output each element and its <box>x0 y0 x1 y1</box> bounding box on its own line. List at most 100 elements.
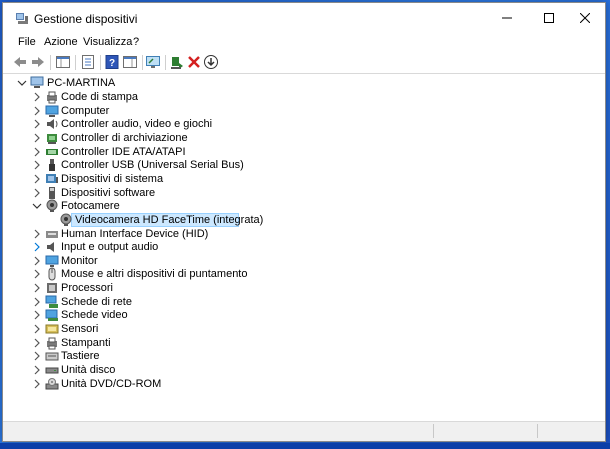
title-bar[interactable]: Gestione dispositivi <box>3 3 605 33</box>
tree-item-label: Fotocamere <box>61 200 120 213</box>
menu-azione[interactable]: Azione <box>44 36 78 48</box>
update-driver-button[interactable] <box>169 54 185 70</box>
tree-category-item[interactable]: Code di stampa <box>3 90 607 104</box>
tree-category-item[interactable]: Dispositivi di sistema <box>3 172 607 186</box>
close-button[interactable] <box>566 3 606 33</box>
printer-icon <box>47 337 57 350</box>
sensor-icon <box>45 324 59 334</box>
device-tree[interactable]: PC-MARTINA Code di stampa Computer Control… <box>3 74 605 422</box>
chevron-right-icon[interactable] <box>32 242 42 252</box>
tree-category-item[interactable]: Schede video <box>3 308 607 322</box>
chevron-right-icon[interactable] <box>32 133 42 143</box>
help-button[interactable]: ? <box>104 54 120 70</box>
chevron-right-icon[interactable] <box>32 283 42 293</box>
tree-item-label: Controller di archiviazione <box>61 131 188 144</box>
tree-item-label: Videocamera HD FaceTime (integrata) <box>75 213 264 226</box>
menu-file[interactable]: File <box>18 36 36 48</box>
forward-button[interactable] <box>30 54 46 70</box>
chevron-right-icon[interactable] <box>32 160 42 170</box>
processor-icon <box>47 283 57 294</box>
speaker-icon <box>47 119 58 130</box>
tree-item-label: Computer <box>61 104 110 117</box>
tree-item-label: Monitor <box>61 254 98 267</box>
taskbar <box>0 443 610 449</box>
arrow-left-icon <box>14 57 26 67</box>
uninstall-device-button[interactable] <box>186 54 202 70</box>
chevron-right-icon[interactable] <box>32 188 42 198</box>
chevron-right-icon[interactable] <box>32 92 42 102</box>
chevron-right-icon[interactable] <box>32 351 42 361</box>
tree-item-label: Dispositivi di sistema <box>61 172 164 185</box>
tree-category-item[interactable]: Computer <box>3 104 607 118</box>
action-pane-button[interactable] <box>122 54 138 70</box>
tree-category-item[interactable]: Unità DVD/CD-ROM <box>3 377 607 391</box>
chevron-down-icon[interactable] <box>17 78 27 88</box>
menu-visualizza[interactable]: Visualizza <box>83 36 132 48</box>
tree-category-item[interactable]: Processori <box>3 281 607 295</box>
chevron-right-icon[interactable] <box>32 269 42 279</box>
tree-category-item[interactable]: Human Interface Device (HID) <box>3 227 607 241</box>
minimize-button[interactable] <box>488 3 528 33</box>
tree-category-item[interactable]: Monitor <box>3 254 607 268</box>
chevron-right-icon[interactable] <box>32 174 42 184</box>
tree-item-label: Human Interface Device (HID) <box>61 227 209 240</box>
chevron-right-icon[interactable] <box>32 297 42 307</box>
back-button[interactable] <box>12 54 28 70</box>
minimize-icon <box>502 17 512 19</box>
tree-item-label: Processori <box>61 282 113 295</box>
tree-category-item[interactable]: Controller IDE ATA/ATAPI <box>3 145 607 159</box>
tree-category-item[interactable]: Dispositivi software <box>3 186 607 200</box>
tree-category-item[interactable]: Fotocamere <box>3 199 607 213</box>
tree-root[interactable]: PC-MARTINA <box>3 76 607 90</box>
status-bar <box>3 421 605 441</box>
chevron-right-icon[interactable] <box>32 379 42 389</box>
keyboard-icon <box>45 352 59 361</box>
monitor-icon <box>45 255 59 267</box>
console-tree-icon <box>56 56 70 68</box>
system-device-icon <box>46 173 58 183</box>
chevron-right-icon[interactable] <box>32 229 42 239</box>
tree-category-item[interactable]: Controller di archiviazione <box>3 131 607 145</box>
disable-device-button[interactable] <box>203 54 219 70</box>
arrow-right-icon <box>32 57 44 67</box>
monitor-scan-icon <box>146 56 160 68</box>
software-device-icon <box>49 186 55 199</box>
tree-category-item[interactable]: Controller USB (Universal Serial Bus) <box>3 158 607 172</box>
chevron-right-icon[interactable] <box>32 324 42 334</box>
close-icon <box>580 13 590 23</box>
tree-category-item[interactable]: Stampanti <box>3 336 607 350</box>
chevron-right-icon[interactable] <box>32 256 42 266</box>
chevron-right-icon[interactable] <box>32 106 42 116</box>
chevron-down-icon[interactable] <box>32 201 42 211</box>
tree-category-item[interactable]: Sensori <box>3 322 607 336</box>
chevron-right-icon[interactable] <box>32 147 42 157</box>
tree-category-item[interactable]: Unità disco <box>3 363 607 377</box>
properties-icon <box>82 55 94 69</box>
maximize-icon <box>544 13 554 23</box>
chevron-right-icon[interactable] <box>32 338 42 348</box>
scan-hardware-changes-button[interactable] <box>145 54 161 70</box>
tree-item-label: Code di stampa <box>61 91 139 103</box>
tree-category-item[interactable]: Schede di rete <box>3 295 607 309</box>
tree-item-label: Tastiere <box>61 350 100 363</box>
tree-category-item[interactable]: Controller audio, video e giochi <box>3 117 607 131</box>
chevron-right-icon[interactable] <box>32 365 42 375</box>
chevron-right-icon[interactable] <box>32 310 42 320</box>
chevron-right-icon[interactable] <box>32 119 42 129</box>
tree-category-item[interactable]: Tastiere <box>3 349 607 363</box>
maximize-button[interactable] <box>530 3 570 33</box>
tree-item-label: Controller audio, video e giochi <box>61 118 213 131</box>
network-adapter-icon <box>45 295 58 308</box>
printer-queue-icon <box>47 91 57 104</box>
usb-icon <box>49 159 55 172</box>
tree-category-item[interactable]: Input e output audio <box>3 240 607 254</box>
storage-controller-icon <box>47 133 57 144</box>
menu-bar: File Azione Visualizza ? <box>3 33 605 51</box>
properties-button[interactable] <box>80 54 96 70</box>
tree-category-item[interactable]: Mouse e altri dispositivi di puntamento <box>3 267 607 281</box>
tree-device-item[interactable]: Videocamera HD FaceTime (integrata) <box>3 212 607 227</box>
show-hide-console-tree-button[interactable] <box>55 54 71 70</box>
menu-help[interactable]: ? <box>133 36 139 48</box>
tree-item-label: Schede di rete <box>61 295 132 308</box>
tree-item-label: Input e output audio <box>61 241 159 254</box>
